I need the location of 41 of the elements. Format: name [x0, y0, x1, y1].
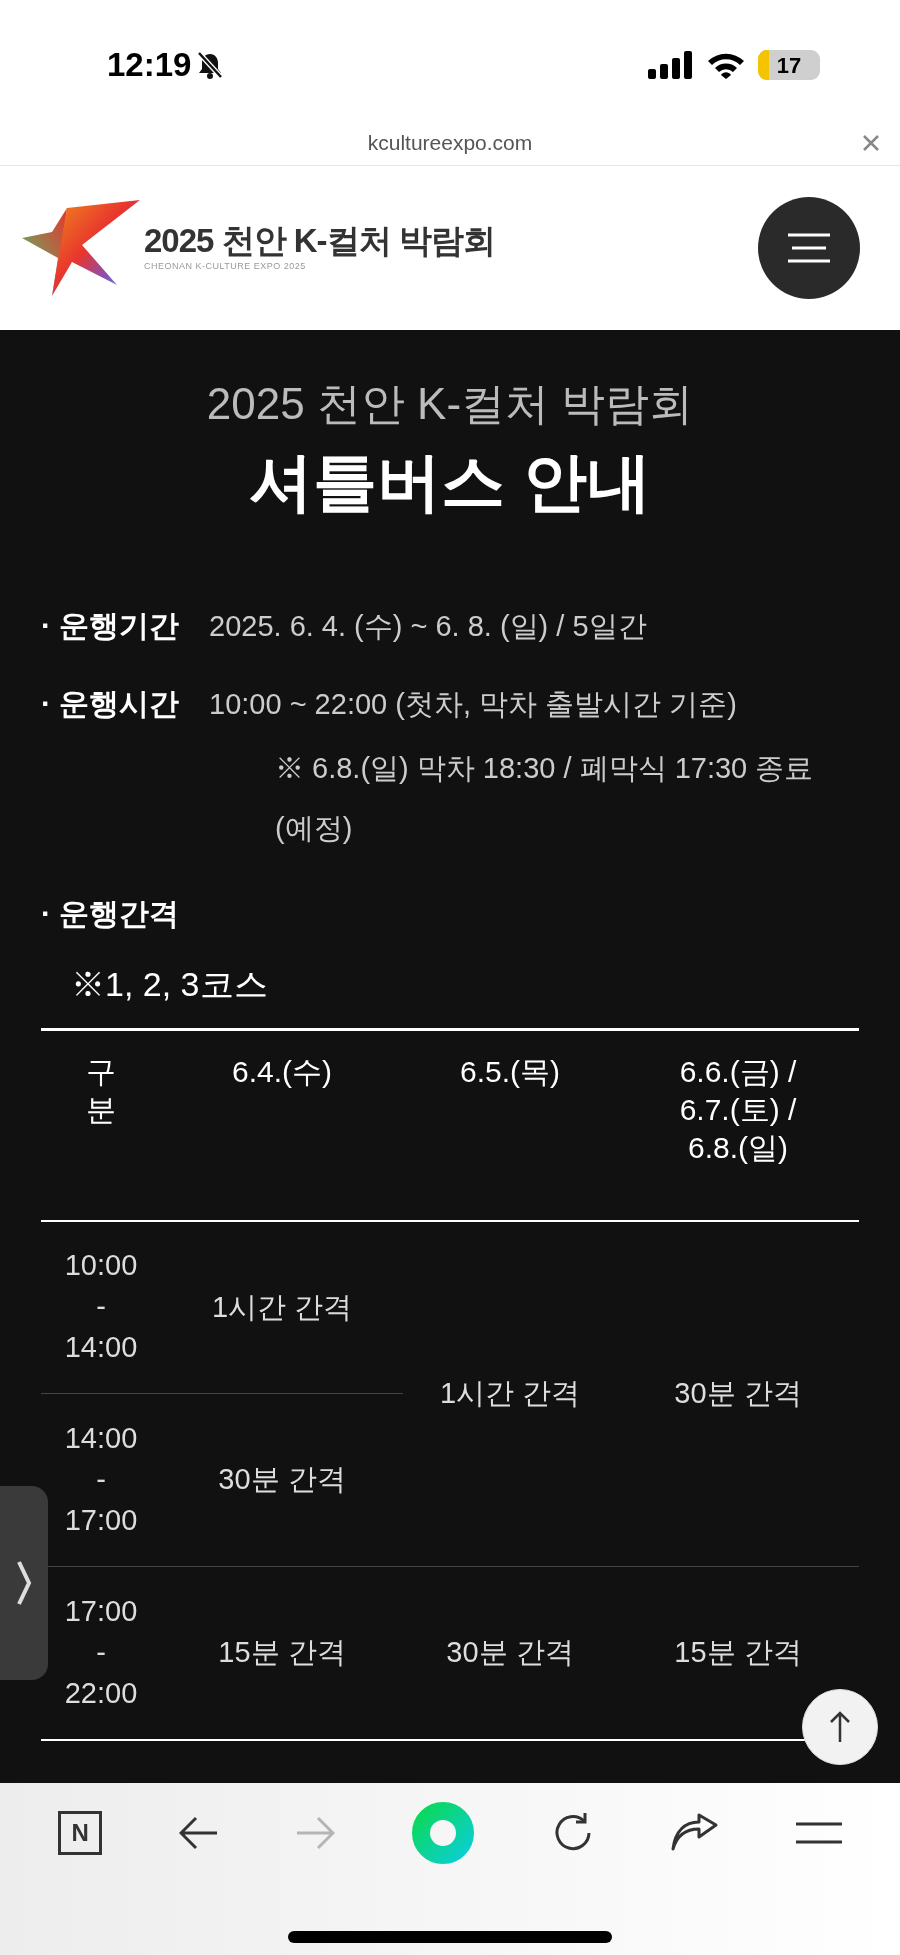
bell-off-icon [197, 51, 224, 79]
column-header: 6.4.(수) [161, 1029, 403, 1221]
column-header: 6.5.(목) [403, 1029, 617, 1221]
column-header: 6.6.(금) / 6.7.(토) / 6.8.(일) [617, 1029, 859, 1221]
battery-icon: 17 [758, 50, 820, 80]
back-arrow-icon[interactable] [178, 1816, 219, 1850]
time-range: 14:00 - 17:00 [64, 1420, 138, 1538]
star-logo-icon [22, 200, 140, 296]
interval-text: 1시간 간격 [439, 1377, 581, 1409]
menu-icon [788, 233, 830, 263]
info-value: 2025. 6. 4. (수) ~ 6. 8. (일) / 5일간 [209, 609, 647, 644]
chevron-right-icon [16, 1559, 32, 1607]
info-value: 10:00 ~ 22:00 (첫차, 막차 출발시간 기준) [209, 687, 738, 722]
time-range: 17:00 - 22:00 [64, 1593, 138, 1711]
column-header: 구분 [41, 1029, 161, 1221]
interval-text: 15분 간격 [218, 1636, 346, 1668]
page-heading: 셔틀버스 안내 [249, 445, 651, 520]
home-logo-button[interactable]: N [58, 1811, 103, 1855]
share-icon[interactable] [671, 1813, 720, 1853]
course-note: ※1, 2, 3코스 [71, 964, 269, 1005]
interval-text: 30분 간격 [446, 1636, 574, 1668]
interval-text: 15분 간격 [674, 1636, 802, 1668]
menu-icon[interactable] [795, 1821, 842, 1845]
logo-title: 2025 천안 K-컬처 박람회 [144, 222, 495, 261]
interval-text: 1시간 간격 [211, 1290, 353, 1323]
time-range: 10:00 - 14:00 [64, 1248, 138, 1365]
url-text[interactable]: kcultureexpo.com [367, 126, 533, 159]
close-icon[interactable] [862, 134, 880, 152]
clock-time: 12:19 [107, 45, 192, 86]
info-label: · 운행간격 [41, 896, 181, 932]
signal-icon [648, 51, 694, 79]
side-tab[interactable] [0, 1486, 48, 1680]
info-note: ※ 6.8.(일) 막차 18:30 / 폐막식 17:30 종료 (예정) [275, 751, 815, 846]
info-label: · 운행시간 [41, 686, 181, 722]
page-title: 2025 천안 K-컬처 박람회 [206, 378, 694, 430]
interval-text: 30분 간격 [674, 1377, 802, 1409]
info-label: · 운행기간 [41, 608, 181, 644]
logo-subtitle: CHEONAN K-CULTURE EXPO 2025 [144, 260, 307, 274]
interval-text: 30분 간격 [218, 1463, 346, 1496]
wifi-icon [706, 51, 746, 79]
arrow-up-icon [829, 1711, 851, 1743]
